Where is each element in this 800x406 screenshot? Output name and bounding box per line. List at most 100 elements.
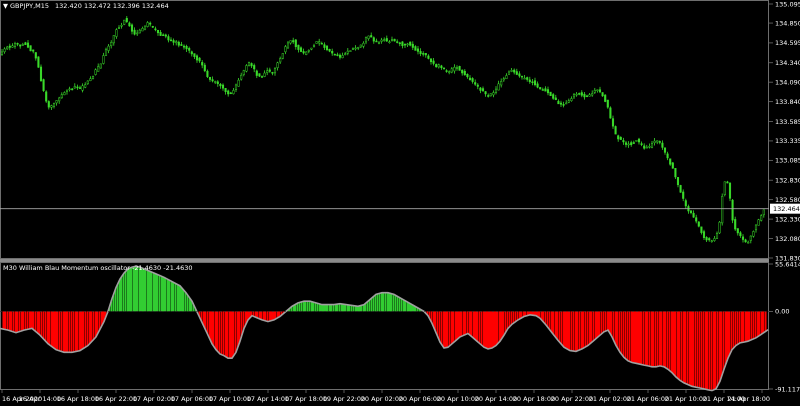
histogram-bar: [64, 311, 66, 353]
histogram-bar: [384, 292, 386, 312]
candle-body: [86, 80, 89, 84]
candle-body: [466, 74, 469, 78]
candle-body: [424, 53, 427, 56]
candle-body: [416, 48, 420, 52]
histogram-bar: [461, 311, 463, 337]
candle-body: [624, 142, 628, 145]
histogram-bar: [467, 311, 469, 334]
candle-body: [458, 66, 461, 71]
histogram-bar: [68, 311, 70, 353]
histogram-bar: [85, 311, 87, 348]
candle-body: [578, 93, 581, 95]
histogram-bar: [50, 311, 52, 346]
candle-body: [645, 146, 648, 149]
candle-body: [258, 73, 261, 77]
histogram-bar: [620, 311, 622, 353]
candle-body: [520, 75, 524, 78]
histogram-bar: [653, 311, 655, 367]
candle-body: [627, 143, 630, 146]
histogram-bar: [701, 311, 703, 389]
histogram-bar: [146, 269, 148, 312]
histogram-bar: [623, 311, 625, 357]
histogram-bar: [500, 311, 502, 342]
histogram-bar: [302, 301, 304, 312]
histogram-bar: [129, 268, 131, 312]
candle-body: [580, 92, 583, 96]
histogram-bar: [223, 311, 225, 356]
histogram-bar: [622, 311, 624, 355]
histogram-bar: [178, 284, 180, 312]
histogram-bar: [569, 311, 571, 351]
histogram-bar: [731, 311, 733, 352]
candle-body: [297, 44, 300, 50]
histogram-bar: [23, 311, 25, 331]
histogram-bar: [439, 311, 441, 340]
histogram-bar: [153, 272, 155, 312]
histogram-bar: [364, 304, 366, 312]
candle-body: [227, 90, 230, 95]
histogram-bar: [294, 305, 296, 312]
histogram-bar: [539, 311, 541, 318]
histogram-bar: [694, 311, 696, 387]
candle-body: [757, 219, 760, 226]
candle-body: [453, 66, 456, 72]
histogram-bar: [77, 311, 79, 352]
price-tick-label: 133.585: [775, 118, 800, 126]
histogram-bar: [598, 311, 600, 337]
histogram-bar: [380, 293, 382, 312]
histogram-bar: [122, 276, 124, 312]
candle-body: [91, 76, 95, 80]
histogram-bar: [628, 311, 630, 361]
time-tick-label: 17 Apr 14:00: [247, 395, 289, 403]
histogram-bar: [184, 290, 186, 312]
osc-tick-label: 55.6414: [775, 260, 800, 268]
histogram-bar: [667, 311, 669, 369]
candle-body: [221, 84, 225, 89]
candle-body: [234, 84, 238, 90]
histogram-bar: [262, 311, 264, 320]
candle-body: [559, 102, 563, 105]
histogram-bar: [688, 311, 690, 385]
histogram-bar: [8, 311, 10, 331]
histogram-bar: [606, 311, 608, 331]
histogram-bar: [656, 311, 658, 367]
candle-body: [752, 231, 755, 237]
candle-body: [684, 200, 687, 207]
histogram-bar: [436, 311, 438, 333]
histogram-bar: [295, 304, 297, 312]
candle-body: [679, 185, 682, 193]
histogram-bar: [577, 311, 579, 351]
histogram-bar: [483, 311, 485, 347]
histogram-bar: [685, 311, 687, 384]
collapse-arrow-icon[interactable]: ▼: [3, 2, 8, 10]
candle-body: [354, 47, 357, 50]
candle-body: [63, 92, 66, 96]
histogram-bar: [303, 301, 305, 312]
histogram-bar: [571, 311, 573, 351]
histogram-bar: [582, 311, 584, 349]
histogram-bar: [720, 311, 722, 382]
histogram-bar: [634, 311, 636, 363]
histogram-bar: [332, 304, 334, 312]
histogram-bar: [715, 311, 717, 390]
histogram-bar: [588, 311, 590, 346]
time-tick-label: 19 Apr 22:00: [323, 395, 365, 403]
histogram-bar: [508, 311, 510, 329]
candle-body: [266, 70, 269, 73]
price-tick-label: 134.850: [775, 19, 800, 27]
histogram-bar: [448, 311, 450, 348]
candle-body: [232, 90, 235, 95]
histogram-bar: [478, 311, 480, 343]
candle-body: [162, 34, 165, 37]
candle-body: [640, 143, 643, 145]
histogram-bar: [305, 301, 307, 312]
candle-body: [141, 28, 144, 32]
candle-body: [461, 69, 464, 74]
histogram-bar: [361, 305, 363, 312]
histogram-bar: [172, 281, 174, 312]
candle-body: [676, 177, 680, 186]
candle-body: [760, 215, 763, 221]
histogram-bar: [646, 311, 648, 366]
candle-body: [351, 47, 355, 50]
candle-body: [523, 77, 526, 80]
